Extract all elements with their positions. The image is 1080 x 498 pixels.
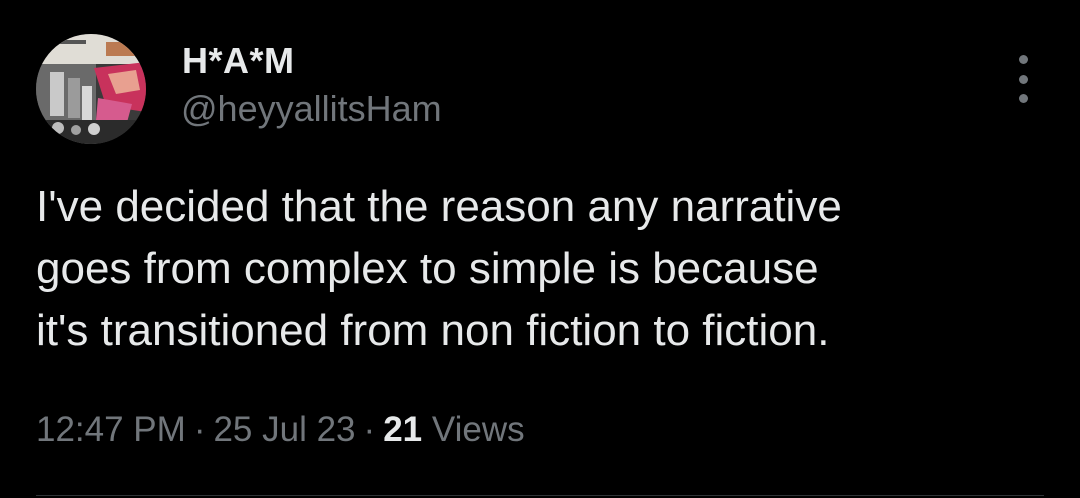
more-options-icon[interactable]: [1006, 55, 1040, 103]
tweet-text-line: it's transitioned from non fiction to fi…: [36, 306, 830, 355]
display-name[interactable]: H*A*M: [182, 40, 295, 82]
separator: ·: [363, 410, 376, 449]
tweet-text-line: goes from complex to simple is because: [36, 244, 819, 293]
tweet-time[interactable]: 12:47 PM: [36, 410, 186, 449]
more-dot: [1018, 55, 1028, 64]
avatar[interactable]: [36, 34, 146, 144]
more-dot: [1018, 74, 1028, 84]
tweet-metadata: 12:47 PM · 25 Jul 23 · 21 Views: [36, 410, 525, 450]
tweet-text: I've decided that the reason any narrati…: [36, 176, 1046, 362]
tweet: H*A*M @heyyallitsHam I've decided that t…: [0, 0, 1080, 498]
more-dot: [1018, 94, 1028, 103]
username-handle[interactable]: @heyyallitsHam: [181, 88, 442, 130]
divider: [36, 495, 1044, 496]
tweet-text-line: I've decided that the reason any narrati…: [36, 182, 842, 231]
tweet-date[interactable]: 25 Jul 23: [213, 410, 355, 449]
views-count: 21: [383, 410, 423, 449]
avatar-image: [36, 34, 146, 144]
separator: ·: [193, 410, 206, 449]
views-label: Views: [431, 410, 525, 449]
